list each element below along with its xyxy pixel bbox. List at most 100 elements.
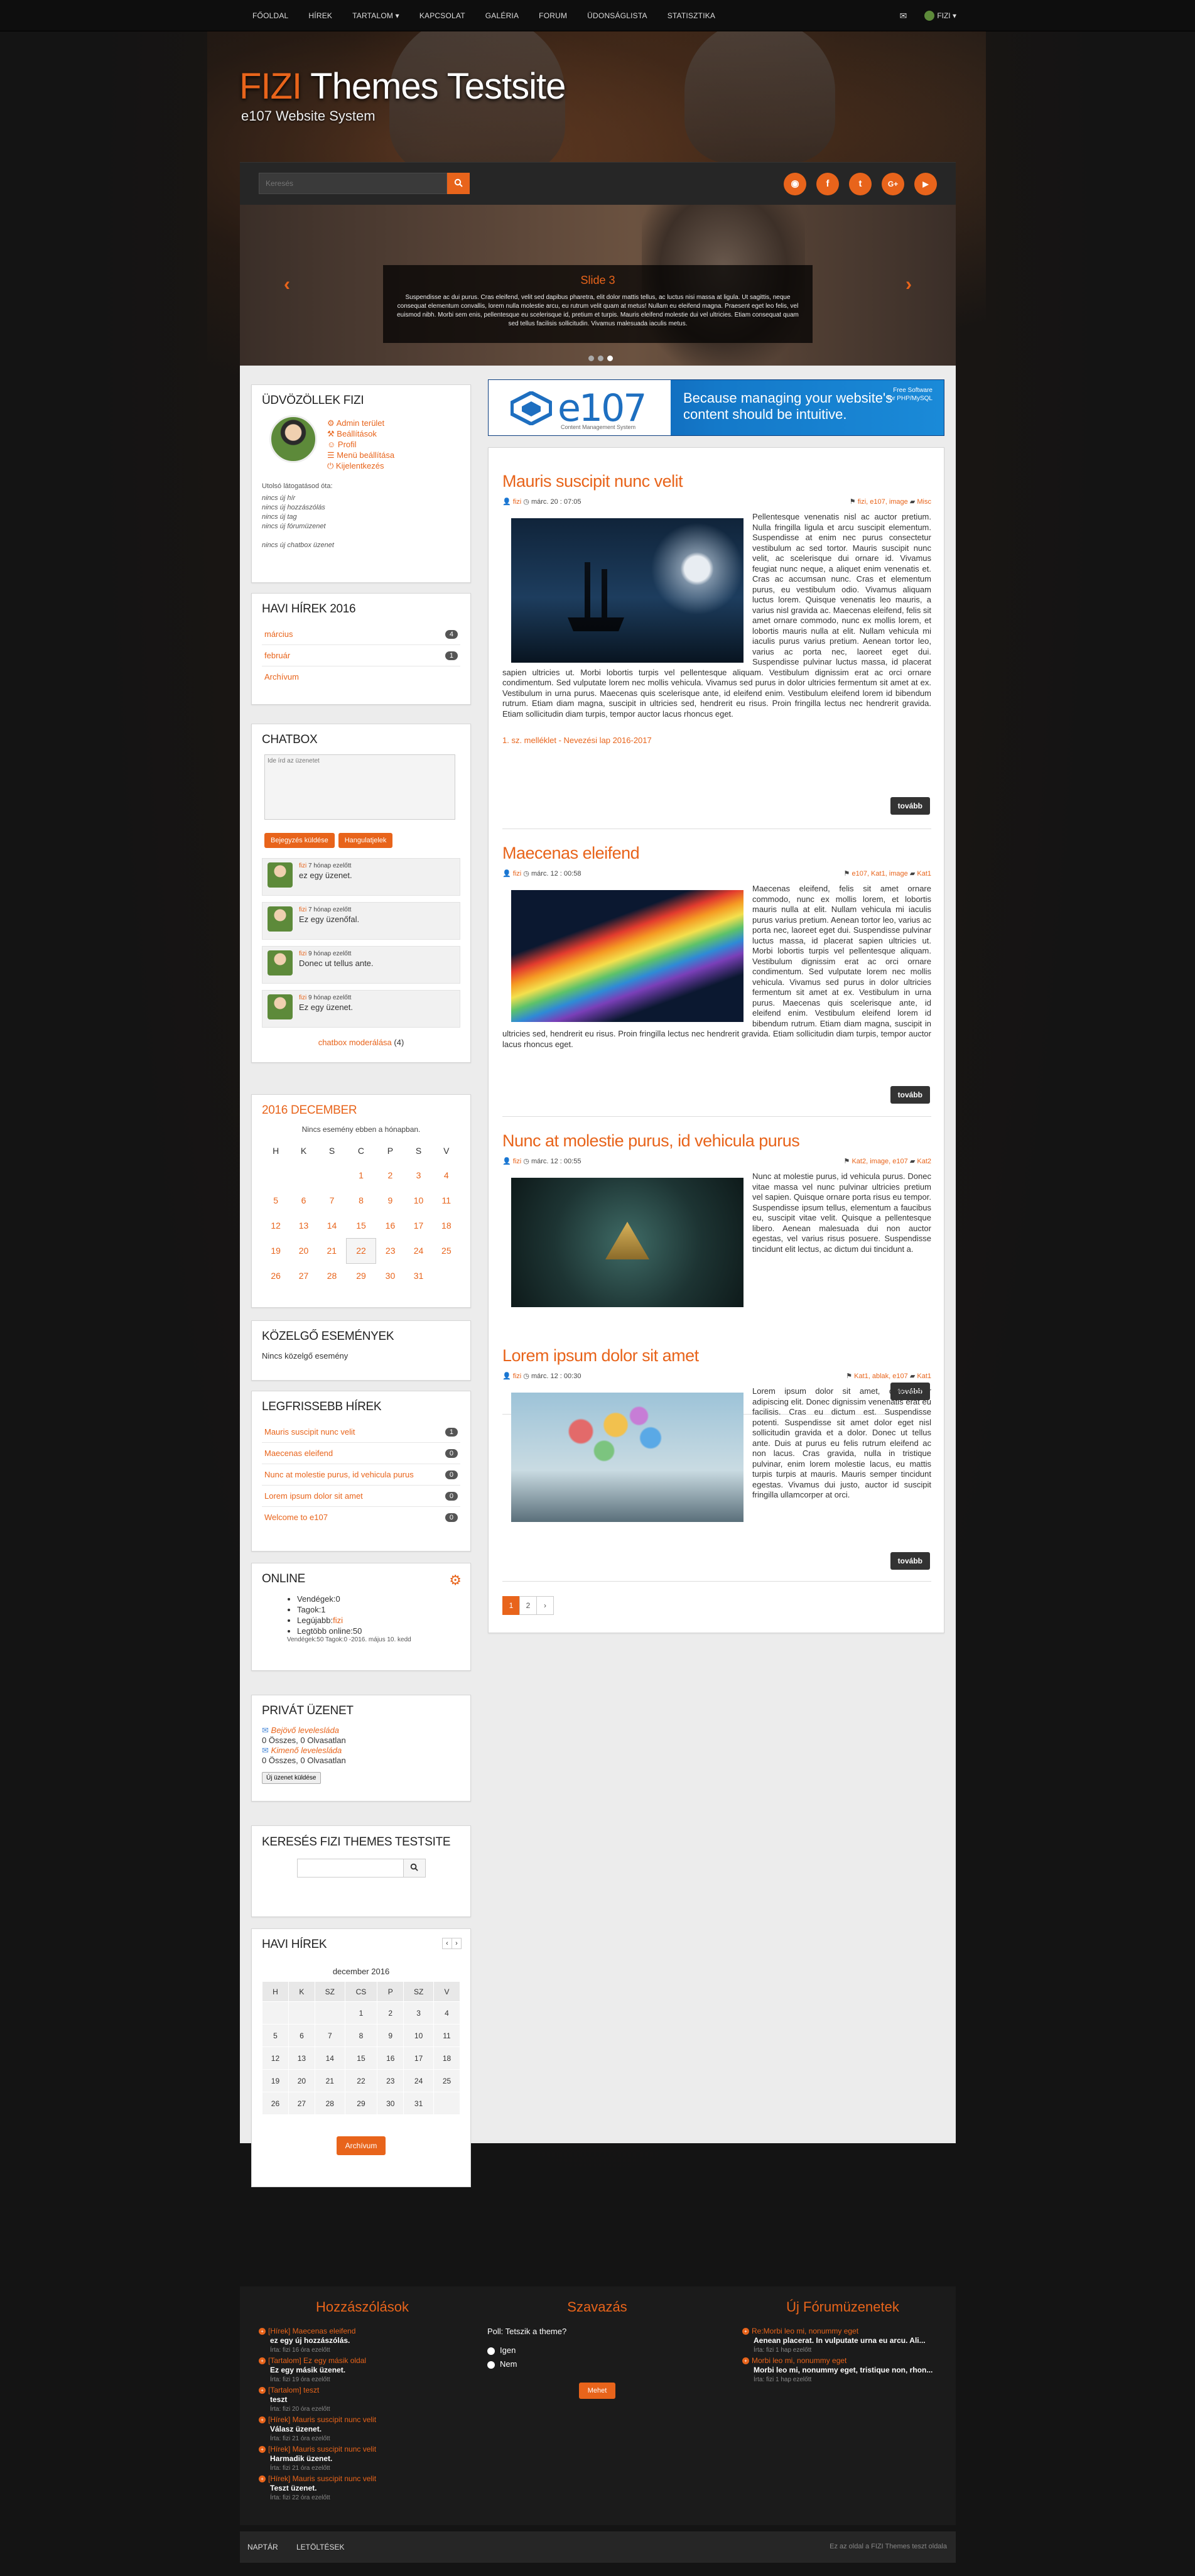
nav-content[interactable]: TARTALOM ▾ [342,0,409,31]
sidebar-search-button[interactable] [403,1859,426,1878]
calendar-day[interactable]: 5 [262,1188,289,1213]
calendar-day[interactable]: 15 [346,1213,376,1238]
sidebar-search-input[interactable] [296,1859,404,1878]
article-image[interactable] [511,890,743,1022]
forum-post-link[interactable]: Re:Morbi leo mi, nonummy eget [752,2327,858,2335]
nav-statistics[interactable]: STATISZTIKA [657,0,725,31]
list-item[interactable]: Lorem ipsum dolor sit amet 0 [262,1486,460,1507]
list-item[interactable]: Nunc at molestie purus, id vehicula puru… [262,1464,460,1486]
poll-option[interactable]: Igen [487,2344,707,2357]
calendar-day[interactable]: 8 [344,2024,378,2047]
twitter-icon[interactable]: t [849,173,872,195]
nav-contact[interactable]: KAPCSOLAT [409,0,475,31]
calendar-day[interactable]: 11 [433,2024,461,2047]
calendar-day[interactable]: 22 [344,2069,378,2092]
article-category[interactable]: Misc [917,498,931,506]
calendar-day[interactable]: 27 [288,2092,315,2115]
logout-link[interactable]: ⏻ Kijelentkezés [327,460,394,471]
calendar-day[interactable]: 21 [314,2069,345,2092]
radio-button[interactable] [487,2361,495,2369]
calendar-day[interactable]: 28 [318,1263,347,1288]
page-1-button[interactable]: 1 [502,1596,520,1615]
youtube-icon[interactable]: ▶ [914,173,937,195]
archive-button[interactable]: Archívum [336,2136,386,2155]
calendar-day[interactable]: 4 [433,2001,461,2024]
list-item[interactable]: Welcome to e107 0 [262,1507,460,1528]
radio-button[interactable] [487,2347,495,2355]
calendar-day[interactable]: 19 [262,2069,289,2092]
footer-link-calendar[interactable]: NAPTÁR [247,2543,278,2552]
facebook-icon[interactable]: f [816,173,839,195]
site-title[interactable]: FIZI Themes Testsite [239,65,566,107]
list-item[interactable]: Mauris suscipit nunc velit 1 [262,1421,460,1443]
newest-member-link[interactable]: fizi [333,1616,343,1625]
calendar-day[interactable]: 20 [288,2069,315,2092]
calendar-day[interactable]: 18 [433,2046,461,2070]
calendar-day[interactable]: 1 [346,1163,376,1188]
search-input[interactable] [259,173,447,194]
calendar-day[interactable]: 22 [345,1237,377,1264]
calendar-day[interactable]: 7 [314,2024,345,2047]
calendar-day[interactable]: 9 [377,2024,404,2047]
search-button[interactable] [447,173,470,194]
read-more-button[interactable]: tovább [890,1552,930,1570]
calendar-day[interactable]: 24 [403,2069,434,2092]
mail-icon[interactable]: ✉ [900,11,907,21]
article-category[interactable]: Kat2 [917,1158,931,1165]
calendar-day[interactable]: 6 [289,1188,317,1213]
article-author[interactable]: fizi [513,1372,521,1380]
calendar-day[interactable]: 31 [403,2092,434,2115]
comment-link[interactable]: [Hírek] Mauris suscipit nunc velit [268,2445,376,2454]
calendar-day[interactable]: 2 [377,2001,404,2024]
article-author[interactable]: fizi [513,498,521,506]
calendar-day[interactable]: 20 [289,1238,317,1263]
calendar-day[interactable]: 28 [314,2092,345,2115]
calendar-day[interactable]: 16 [377,2046,404,2070]
settings-link[interactable]: ⚒ Beállítások [327,428,394,439]
user-menu[interactable]: FIZI ▾ [924,11,956,21]
pm-outbox[interactable]: ✉ Kimenő levelesláda [262,1746,460,1756]
prev-month-button[interactable]: ‹ [442,1938,452,1949]
calendar-day[interactable]: 30 [377,2092,404,2115]
forum-post-link[interactable]: Morbi leo mi, nonummy eget [752,2356,846,2365]
page-2-button[interactable]: 2 [519,1596,537,1615]
calendar-day[interactable]: 31 [404,1263,432,1288]
menu-settings-link[interactable]: ☰ Menü beállítása [327,450,394,460]
slider-prev-arrow[interactable]: ‹ [284,274,290,295]
slider-next-arrow[interactable]: › [906,274,912,295]
comment-link[interactable]: [Hírek] Mauris suscipit nunc velit [268,2474,376,2483]
next-month-button[interactable]: › [452,1938,462,1949]
article-title[interactable]: Nunc at molestie purus, id vehicula puru… [502,1131,931,1151]
pm-inbox[interactable]: ✉ Bejövő levelesláda [262,1725,460,1736]
calendar-day[interactable]: 10 [403,2024,434,2047]
calendar-day[interactable]: 9 [376,1188,405,1213]
article-category[interactable]: Kat1 [917,1372,931,1380]
article-tag-list[interactable]: fizi, e107, image [858,498,908,506]
calendar-day[interactable]: 6 [288,2024,315,2047]
chat-user[interactable]: fizi [299,906,306,913]
slider-dot[interactable] [588,356,594,361]
article-title[interactable]: Maecenas eleifend [502,844,931,863]
chat-user[interactable]: fizi [299,862,306,869]
nav-gallery[interactable]: GALÉRIA [475,0,529,31]
e107-banner[interactable]: e107 Content Management System Because m… [488,379,944,436]
calendar-day[interactable]: 4 [433,1163,460,1188]
poll-option[interactable]: Nem [487,2357,707,2371]
read-more-button[interactable]: tovább [890,1086,930,1104]
calendar-day[interactable]: 8 [346,1188,376,1213]
calendar-day[interactable]: 27 [289,1263,317,1288]
article-image[interactable] [511,518,743,663]
calendar-day[interactable]: 3 [403,2001,434,2024]
comment-link[interactable]: [Hírek] Maecenas eleifend [268,2327,355,2335]
calendar-day[interactable]: 29 [346,1263,376,1288]
admin-link[interactable]: ⚙ Admin terület [327,418,394,428]
article-title[interactable]: Mauris suscipit nunc velit [502,472,931,491]
article-title[interactable]: Lorem ipsum dolor sit amet [502,1346,931,1366]
calendar-day[interactable]: 7 [318,1188,347,1213]
calendar-day[interactable]: 2 [376,1163,405,1188]
calendar-day[interactable]: 12 [262,1213,289,1238]
nav-whats-new[interactable]: ÜDONSÁGLISTA [577,0,657,31]
calendar-day[interactable]: 19 [262,1238,289,1263]
comment-link[interactable]: [Tartalom] Ez egy másik oldal [268,2356,366,2365]
slider-dot[interactable] [598,356,603,361]
